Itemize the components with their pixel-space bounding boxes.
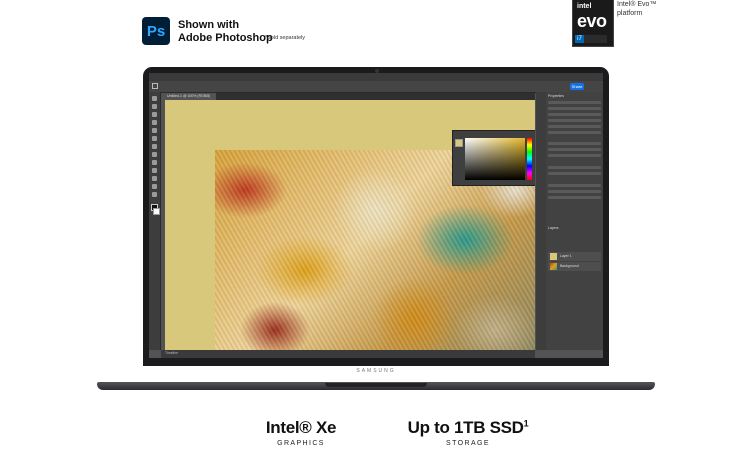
footnote-marker: 1 xyxy=(523,418,529,429)
document-tab[interactable]: Untitled-1 @ 100% (RGB/8) xyxy=(161,93,217,100)
spec-title: Intel® Xe xyxy=(265,418,337,437)
panel-control[interactable] xyxy=(548,172,601,175)
color-field[interactable] xyxy=(465,138,525,180)
intel-evo-badge: intel evo i7 xyxy=(572,0,614,47)
timeline-label[interactable]: Timeline xyxy=(165,351,178,355)
gradient-tool-icon[interactable] xyxy=(152,176,157,181)
eraser-tool-icon[interactable] xyxy=(152,168,157,173)
ps-status-bar: Timeline xyxy=(161,350,535,358)
panel-control[interactable] xyxy=(548,142,601,145)
panel-control[interactable] xyxy=(548,190,601,193)
evo-caption-line2: platform xyxy=(617,9,643,17)
evo-tier-bar: i7 xyxy=(575,35,607,43)
color-picker-panel[interactable] xyxy=(452,130,535,186)
spec-title-text: Up to 1TB SSD xyxy=(407,418,524,437)
hue-slider[interactable] xyxy=(527,138,532,180)
ps-document-tabs: Untitled-1 @ 100% (RGB/8) xyxy=(161,93,535,100)
layer-row[interactable]: Layer 1 xyxy=(548,252,601,261)
laptop-screen: Share Untitled-1 @ 100% (RGB/8) Timeline xyxy=(149,73,603,358)
panel-control[interactable] xyxy=(548,101,601,104)
panel-control[interactable] xyxy=(548,107,601,110)
current-color-swatch xyxy=(455,139,463,147)
ps-toolbar xyxy=(149,92,161,350)
samsung-bezel-logo: SAMSUNG xyxy=(356,368,396,374)
layer-name: Background xyxy=(560,264,579,268)
panel-control[interactable] xyxy=(548,125,601,128)
spec-title: Up to 1TB SSD1 xyxy=(393,418,543,438)
marquee-tool-icon[interactable] xyxy=(152,104,157,109)
ps-right-panel: Properties Layers Layer 1 Background xyxy=(546,92,603,350)
hand-tool-icon[interactable] xyxy=(152,192,157,197)
layer-thumbnail xyxy=(550,263,557,270)
evo-platform-caption: Intel® Evo™ platform xyxy=(617,1,656,18)
i7-label: i7 xyxy=(575,35,584,43)
properties-panel-title: Properties xyxy=(548,94,564,98)
ps-panel-icons xyxy=(536,92,546,350)
ps-canvas[interactable] xyxy=(161,100,535,350)
stamp-tool-icon[interactable] xyxy=(152,160,157,165)
spec-subtitle: GRAPHICS xyxy=(277,440,325,447)
panel-control[interactable] xyxy=(548,119,601,122)
ps-menu-bar xyxy=(149,73,603,81)
intel-logo-text: intel xyxy=(577,3,592,10)
home-icon[interactable] xyxy=(152,83,158,89)
background-color-swatch[interactable] xyxy=(153,208,160,215)
panel-control[interactable] xyxy=(548,113,601,116)
layer-name: Layer 1 xyxy=(560,254,572,258)
spec-subtitle: STORAGE xyxy=(446,440,490,447)
evo-logo-text: evo xyxy=(577,11,607,31)
brush-tool-icon[interactable] xyxy=(152,152,157,157)
panel-control[interactable] xyxy=(548,184,601,187)
type-tool-icon[interactable] xyxy=(152,184,157,189)
laptop-hinge-notch xyxy=(325,383,427,387)
spec-graphics: Intel® Xe GRAPHICS xyxy=(236,418,366,447)
crop-tool-icon[interactable] xyxy=(152,128,157,133)
sold-separately-note: *Sold separately xyxy=(265,35,306,41)
evo-caption-line1: Intel® Evo™ xyxy=(617,1,657,8)
layer-thumbnail xyxy=(550,253,557,260)
layer-row[interactable]: Background xyxy=(548,262,601,271)
panel-control[interactable] xyxy=(548,196,601,199)
lasso-tool-icon[interactable] xyxy=(152,112,157,117)
panel-control[interactable] xyxy=(548,148,601,151)
share-button[interactable]: Share xyxy=(570,83,584,90)
photoshop-logo: Ps xyxy=(142,17,170,45)
app-name-label: Adobe Photoshop xyxy=(178,32,273,44)
spec-storage: Up to 1TB SSD1 STORAGE xyxy=(393,418,543,447)
panel-control[interactable] xyxy=(548,154,601,157)
layers-panel-title: Layers xyxy=(548,226,559,230)
panel-control[interactable] xyxy=(548,166,601,169)
eyedropper-tool-icon[interactable] xyxy=(152,136,157,141)
shown-with-label: Shown with xyxy=(178,19,240,31)
selection-tool-icon[interactable] xyxy=(152,120,157,125)
healing-tool-icon[interactable] xyxy=(152,144,157,149)
ps-options-bar: Share xyxy=(149,81,603,93)
move-tool-icon[interactable] xyxy=(152,96,157,101)
panel-control[interactable] xyxy=(548,131,601,134)
